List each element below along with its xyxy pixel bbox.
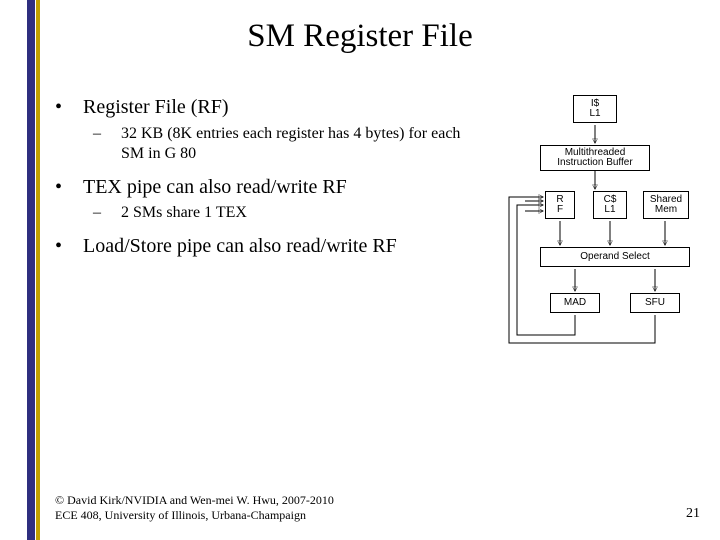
bullet-2a: – 2 SMs share 1 TEX xyxy=(93,203,475,223)
bullet-dot-icon: • xyxy=(55,234,83,260)
bullet-dot-icon: • xyxy=(55,175,83,201)
bullet-dash-icon: – xyxy=(93,124,121,165)
bullet-dot-icon: • xyxy=(55,95,83,121)
box-register-file: R F xyxy=(545,191,575,219)
bullet-dash-icon: – xyxy=(93,203,121,223)
bullet-2-text: TEX pipe can also read/write RF xyxy=(83,175,347,201)
page-number: 21 xyxy=(686,506,700,522)
bullet-1a-text: 32 KB (8K entries each register has 4 by… xyxy=(121,124,475,165)
accent-bar-navy xyxy=(27,0,35,540)
box-mad: MAD xyxy=(550,293,600,313)
slide-title: SM Register File xyxy=(0,18,720,55)
bullet-1: • Register File (RF) xyxy=(55,95,475,121)
accent-bar-gold xyxy=(36,0,40,540)
bullet-1a: – 32 KB (8K entries each register has 4 … xyxy=(93,124,475,165)
bullet-3-text: Load/Store pipe can also read/write RF xyxy=(83,234,397,260)
box-shared-mem: Shared Mem xyxy=(643,191,689,219)
footer-line-2: ECE 408, University of Illinois, Urbana-… xyxy=(55,508,334,522)
box-icache: I$ L1 xyxy=(573,95,617,123)
sm-diagram: I$ L1 Multithreaded Instruction Buffer R… xyxy=(495,95,705,405)
box-operand-select: Operand Select xyxy=(540,247,690,267)
slide-body: • Register File (RF) – 32 KB (8K entries… xyxy=(55,95,475,261)
bullet-2a-text: 2 SMs share 1 TEX xyxy=(121,203,247,223)
box-sfu: SFU xyxy=(630,293,680,313)
footer-line-1: © David Kirk/NVIDIA and Wen-mei W. Hwu, … xyxy=(55,493,334,507)
box-constant-cache: C$ L1 xyxy=(593,191,627,219)
copyright-footer: © David Kirk/NVIDIA and Wen-mei W. Hwu, … xyxy=(55,493,334,522)
bullet-3: • Load/Store pipe can also read/write RF xyxy=(55,234,475,260)
bullet-1-text: Register File (RF) xyxy=(83,95,229,121)
slide: SM Register File • Register File (RF) – … xyxy=(0,0,720,540)
bullet-2: • TEX pipe can also read/write RF xyxy=(55,175,475,201)
box-instruction-buffer: Multithreaded Instruction Buffer xyxy=(540,145,650,171)
